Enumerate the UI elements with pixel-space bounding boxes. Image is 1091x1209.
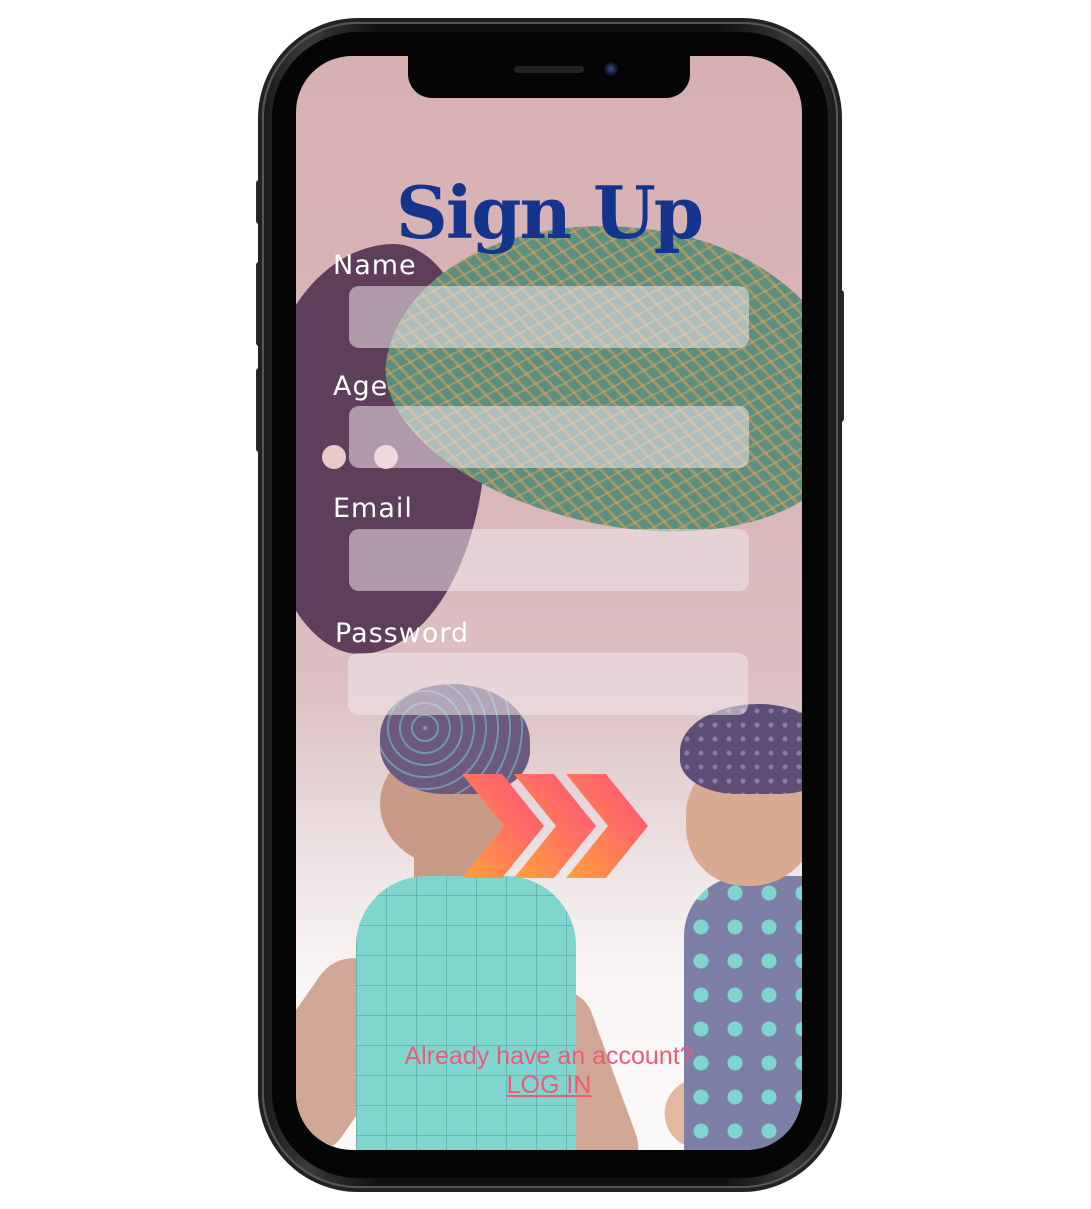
password-field[interactable]: [348, 653, 748, 715]
speaker-grille: [514, 66, 584, 73]
email-label: Email: [333, 493, 413, 524]
front-camera: [604, 62, 618, 76]
password-label: Password: [335, 618, 470, 649]
login-link[interactable]: LOG IN: [296, 1071, 802, 1100]
bubble-dot: [322, 445, 346, 469]
power-button: [838, 290, 844, 422]
triple-chevron-right-icon: [462, 774, 648, 878]
person-right-shirt: [684, 876, 802, 1150]
page-title: Sign Up: [395, 170, 704, 255]
email-field[interactable]: [349, 529, 749, 591]
name-label: Name: [333, 250, 417, 281]
submit-arrow-button[interactable]: [462, 772, 650, 880]
age-field[interactable]: [349, 406, 749, 468]
name-field[interactable]: [349, 286, 749, 348]
age-label: Age: [333, 371, 389, 402]
phone-mockup: Sign Up Name Age Email Password Already …: [0, 0, 1091, 1209]
person-right-hair: [680, 704, 802, 794]
account-prompt: Already have an account?: [404, 1042, 694, 1070]
person-left-shirt: [356, 876, 576, 1150]
phone-notch: [408, 56, 690, 98]
